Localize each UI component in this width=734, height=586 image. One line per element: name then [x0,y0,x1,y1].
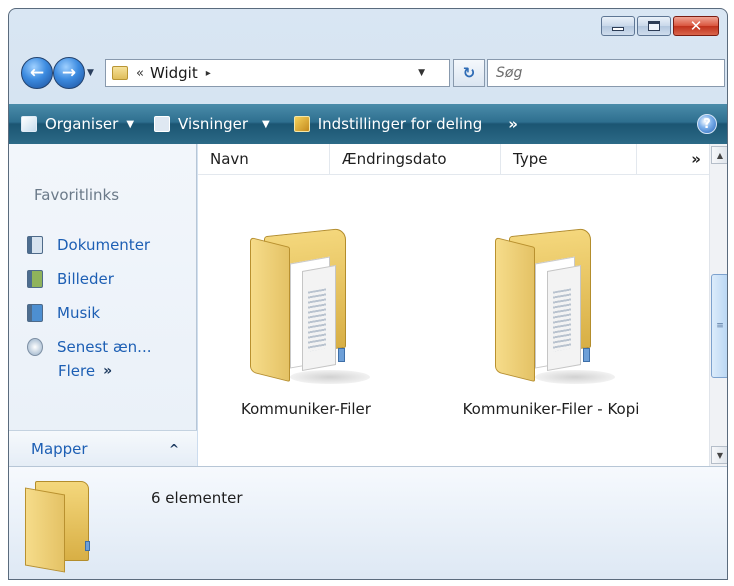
maximize-button[interactable] [637,16,671,36]
favorite-links-list: Dokumenter Billeder Musik Senest æn... [27,228,152,364]
column-header-date[interactable]: Ændringsdato [330,144,501,174]
column-header-more[interactable]: » [637,144,709,174]
caption-buttons: ✕ [601,16,719,36]
share-settings-button[interactable]: Indstillinger for deling [288,104,489,144]
minimize-button[interactable] [601,16,635,36]
navigation-pane: Favoritlinks Dokumenter Billeder Musik S… [9,144,197,466]
column-header-type[interactable]: Type [501,144,637,174]
folder-item[interactable]: Kommuniker-Filer [206,227,406,420]
scroll-thumb[interactable]: ≡ [711,274,727,378]
explorer-window: ✕ ← → ▼ « Widgit ▸ ▼ ↻ Organiser ▼ [8,8,728,580]
chevron-up-icon: ^ [168,441,179,456]
folder-icon [250,227,370,390]
column-header-name[interactable]: Navn [198,144,330,174]
chevron-down-icon: ▼ [126,118,135,130]
organise-label: Organiser [45,115,119,133]
more-commands-button[interactable]: » [508,115,518,133]
address-dropdown-icon[interactable]: ▼ [418,68,425,78]
favorite-link-label: Billeder [57,270,114,288]
share-icon [293,116,310,132]
maximize-icon [648,21,660,31]
organise-menu[interactable]: Organiser ▼ [15,104,140,144]
music-icon [27,304,43,322]
chevron-right-icon: » [103,363,113,379]
folders-label: Mapper [31,439,88,458]
chevron-down-icon: ▼ [262,118,270,130]
column-headers: Navn Ændringsdato Type » [198,144,709,175]
navigation-bar: ← → ▼ « Widgit ▸ ▼ ↻ [15,53,727,97]
close-icon: ✕ [689,16,703,35]
favorite-link-label: Senest æn... [57,338,152,356]
recent-icon [27,338,43,356]
folder-icon [25,481,95,573]
favorite-link-pictures[interactable]: Billeder [27,262,152,296]
favorite-link-documents[interactable]: Dokumenter [27,228,152,262]
close-button[interactable]: ✕ [673,16,719,36]
vertical-scrollbar[interactable]: ▲ ≡ ▼ [709,144,727,466]
favorite-link-label: Musik [57,304,101,322]
organise-icon [21,116,37,132]
favorite-link-music[interactable]: Musik [27,296,152,330]
folder-icon [112,66,128,80]
address-bar[interactable]: « Widgit ▸ ▼ [105,59,450,87]
views-icon [154,116,171,132]
favorite-link-label: Dokumenter [57,236,151,254]
more-links-button[interactable]: Flere » [58,362,112,380]
views-menu[interactable]: Visninger ▼ [148,104,276,144]
scroll-up-icon[interactable]: ▲ [711,146,727,164]
arrow-right-icon: → [61,63,77,83]
breadcrumb-overflow[interactable]: « [136,66,144,81]
folder-item[interactable]: Kommuniker-Filer - Kopi [451,227,651,420]
folder-icon [495,227,615,390]
help-icon[interactable]: ? [697,114,717,134]
search-input[interactable] [496,65,724,81]
share-label: Indstillinger for deling [317,115,483,133]
breadcrumb-widgit[interactable]: Widgit [150,64,198,82]
details-pane: 6 elementer [9,466,727,579]
command-bar: Organiser ▼ Visninger ▼ Indstillinger fo… [9,104,727,144]
back-button[interactable]: ← [21,57,53,89]
file-list: Navn Ændringsdato Type » Kommuniker-File… [198,144,727,466]
scroll-down-icon[interactable]: ▼ [711,446,727,464]
forward-button[interactable]: → [53,57,85,89]
refresh-icon: ↻ [462,64,476,82]
recent-pages-dropdown[interactable]: ▼ [87,68,94,78]
refresh-button[interactable]: ↻ [453,59,485,87]
more-links-label: Flere [58,362,96,380]
folder-item-label: Kommuniker-Filer [241,400,371,418]
favorite-link-recent[interactable]: Senest æn... [27,330,152,364]
item-count: 6 elementer [151,489,243,507]
views-label: Visninger [178,115,249,133]
pictures-icon [27,270,43,288]
documents-icon [27,236,43,254]
minimize-icon [612,27,624,31]
breadcrumb-arrow-icon[interactable]: ▸ [206,68,211,79]
favorite-links-header: Favoritlinks [34,186,120,204]
search-box[interactable] [487,59,725,87]
folder-item-label: Kommuniker-Filer - Kopi [462,400,640,418]
arrow-left-icon: ← [29,63,45,83]
folders-toggle[interactable]: Mapper ^ [9,430,197,466]
